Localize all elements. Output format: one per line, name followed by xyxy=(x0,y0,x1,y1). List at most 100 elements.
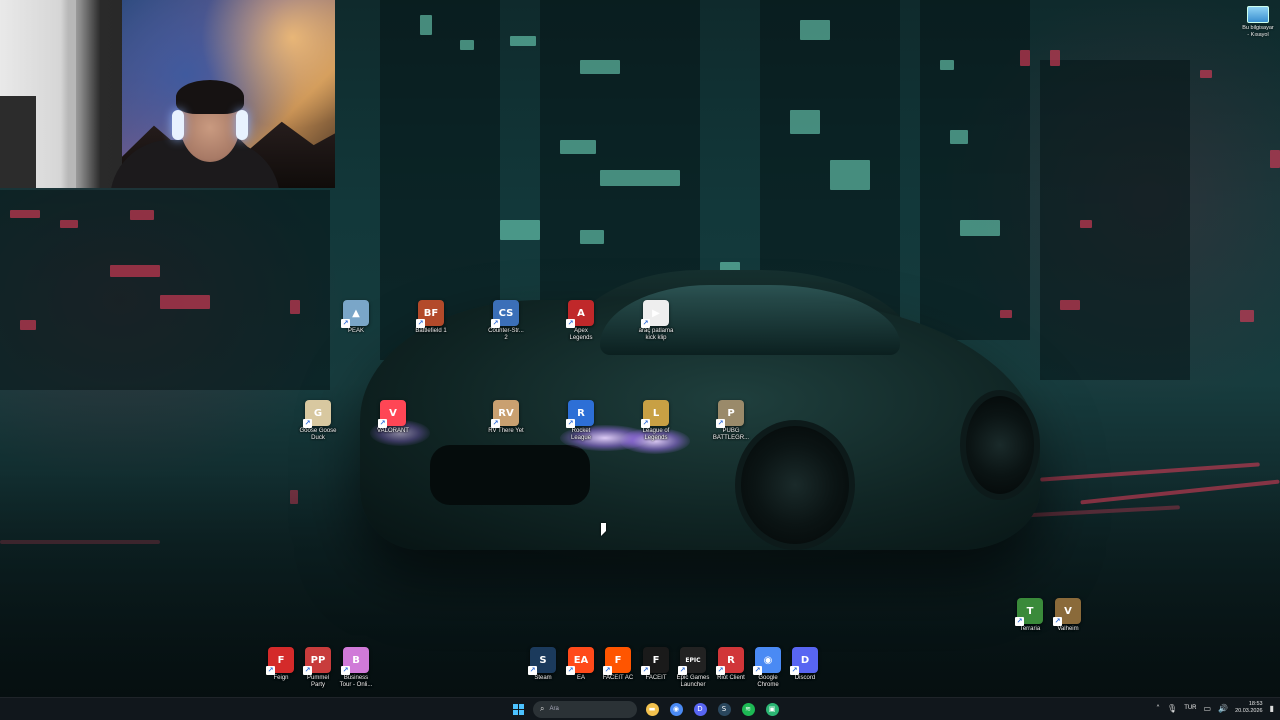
shortcut-arrow-icon: ↗ xyxy=(378,419,387,428)
icon-glyph: L xyxy=(652,407,660,419)
desktop-icon-label: Rocket League xyxy=(570,428,592,441)
taskbar-app[interactable]: ▣ xyxy=(763,700,781,718)
icon-glyph: B xyxy=(352,654,360,666)
desktop-icon-label: Business Tour - Onli... xyxy=(339,675,373,688)
desktop-icon-discord[interactable]: D ↗ Discord xyxy=(773,647,837,682)
shortcut-arrow-icon: ↗ xyxy=(341,319,350,328)
mouse-cursor xyxy=(601,523,606,536)
webcam-overlay xyxy=(0,0,335,188)
desktop-icon-rocket-league[interactable]: R ↗ Rocket League xyxy=(549,400,613,442)
desktop-icon-counter-str-2[interactable]: CS ↗ Counter-Str... 2 xyxy=(474,300,538,342)
desktop-icon-label: EA xyxy=(576,675,585,681)
desktop-icon-label: VALORANT xyxy=(377,428,409,434)
shortcut-arrow-icon: ↗ xyxy=(416,319,425,328)
desktop-icon-label: League of Legends xyxy=(642,428,670,441)
desktop-icon-label: Discord xyxy=(794,675,816,681)
icon-glyph: RV xyxy=(498,407,514,419)
shortcut-arrow-icon: ↗ xyxy=(303,666,312,675)
business-tour-onli-icon: B ↗ xyxy=(341,647,369,675)
taskbar-discord[interactable]: D xyxy=(691,700,709,718)
goose-goose-duck-icon: G ↗ xyxy=(303,400,331,428)
icon-glyph: ▲ xyxy=(352,307,360,319)
taskbar-pinned-apps: ▬ ◉ D S ≋ ▣ xyxy=(643,700,781,718)
desktop-icon-this-pc[interactable]: Bu bilgisayar - Kısayol xyxy=(1236,6,1280,38)
shortcut-arrow-icon: ↗ xyxy=(753,666,762,675)
search-placeholder: Ara xyxy=(549,706,559,712)
clock-time: 18:53 xyxy=(1248,701,1263,707)
language-indicator[interactable]: TUR xyxy=(1184,705,1196,711)
desktop-icon-goose-goose-duck[interactable]: G ↗ Goose Goose Duck xyxy=(286,400,350,442)
network-icon[interactable]: ▭ xyxy=(1204,704,1212,713)
desktop-icon-battlefield-1[interactable]: BF ↗ Battlefield 1 xyxy=(399,300,463,335)
shortcut-arrow-icon: ↗ xyxy=(528,666,537,675)
icon-glyph: A xyxy=(577,307,585,319)
shortcut-arrow-icon: ↗ xyxy=(566,319,575,328)
valheim-icon: V ↗ xyxy=(1053,598,1081,626)
icon-glyph: S xyxy=(539,654,547,666)
desktop-icon-valheim[interactable]: V ↗ Valheim xyxy=(1036,598,1100,633)
icon-glyph: R xyxy=(577,407,585,419)
desktop-icon-label: Apex Legends xyxy=(569,328,593,341)
icon-glyph: V xyxy=(1064,605,1072,617)
shortcut-arrow-icon: ↗ xyxy=(266,666,275,675)
spotify-icon: ≋ xyxy=(741,702,755,716)
taskbar-steam[interactable]: S xyxy=(715,700,733,718)
shortcut-arrow-icon: ↗ xyxy=(716,666,725,675)
desktop-icon-ara-patlama-kick-klip[interactable]: ▶ ↗ araç patlama kick klip xyxy=(624,300,688,342)
taskbar-file-explorer[interactable]: ▬ xyxy=(643,700,661,718)
icon-glyph: BF xyxy=(423,307,439,319)
shortcut-arrow-icon: ↗ xyxy=(341,666,350,675)
counter-str-2-icon: CS ↗ xyxy=(491,300,519,328)
shortcut-arrow-icon: ↗ xyxy=(678,666,687,675)
icon-glyph: F xyxy=(614,654,622,666)
shortcut-arrow-icon: ↗ xyxy=(790,666,799,675)
steam-icon: S xyxy=(717,702,731,716)
desktop-icon-apex-legends[interactable]: A ↗ Apex Legends xyxy=(549,300,613,342)
league-of-legends-icon: L ↗ xyxy=(641,400,669,428)
shortcut-arrow-icon: ↗ xyxy=(641,319,650,328)
start-button[interactable] xyxy=(509,700,527,718)
desktop-icon-label: Bu bilgisayar - Kısayol xyxy=(1242,25,1274,38)
icon-glyph: CS xyxy=(498,307,514,319)
desktop-icon-business-tour-onli[interactable]: B ↗ Business Tour - Onli... xyxy=(324,647,388,689)
notification-icon[interactable]: ▮ xyxy=(1270,704,1274,713)
icon-glyph: P xyxy=(727,407,735,419)
windows-icon xyxy=(512,703,524,715)
desktop-icon-label: PUBG BATTLEGR... xyxy=(712,428,750,441)
icon-glyph: V xyxy=(389,407,397,419)
desktop-icon-rv-there-yet[interactable]: RV ↗ RV There Yet xyxy=(474,400,538,435)
shortcut-arrow-icon: ↗ xyxy=(491,419,500,428)
desktop-icon-pubg-battlegr[interactable]: P ↗ PUBG BATTLEGR... xyxy=(699,400,763,442)
shortcut-arrow-icon: ↗ xyxy=(1053,617,1062,626)
discord-icon: D xyxy=(693,702,707,716)
icon-glyph: ◉ xyxy=(763,654,773,666)
taskbar-chrome[interactable]: ◉ xyxy=(667,700,685,718)
desktop-icon-label: Valheim xyxy=(1057,626,1079,632)
taskbar-center: ⌕ Ara ▬ ◉ D S ≋ ▣ xyxy=(509,700,781,718)
desktop-icon-label: Goose Goose Duck xyxy=(299,428,337,441)
computer-icon xyxy=(1247,6,1269,23)
icon-glyph: G xyxy=(313,407,323,419)
icon-glyph: T xyxy=(1026,605,1034,617)
shortcut-arrow-icon: ↗ xyxy=(641,666,650,675)
desktop-icon-league-of-legends[interactable]: L ↗ League of Legends xyxy=(624,400,688,442)
apex-legends-icon: A ↗ xyxy=(566,300,594,328)
icon-glyph: F xyxy=(652,654,660,666)
taskbar-search[interactable]: ⌕ Ara xyxy=(533,700,637,718)
shortcut-arrow-icon: ↗ xyxy=(716,419,725,428)
desktop-icon-label: RV There Yet xyxy=(488,428,524,434)
icon-glyph: D xyxy=(800,654,810,666)
desktop-icon-peak[interactable]: ▲ ↗ PEAK xyxy=(324,300,388,335)
microphone-icon[interactable]: 🎙 xyxy=(1167,704,1177,713)
valorant-icon: V ↗ xyxy=(378,400,406,428)
shortcut-arrow-icon: ↗ xyxy=(1015,617,1024,626)
chevron-up-icon[interactable]: ˄ xyxy=(1156,704,1160,713)
clock-date: 20.03.2026 xyxy=(1235,708,1263,714)
shortcut-arrow-icon: ↗ xyxy=(566,419,575,428)
shortcut-arrow-icon: ↗ xyxy=(303,419,312,428)
taskbar-spotify[interactable]: ≋ xyxy=(739,700,757,718)
volume-icon[interactable]: 🔊 xyxy=(1218,704,1228,713)
clock[interactable]: 18:53 20.03.2026 xyxy=(1235,701,1263,715)
shortcut-arrow-icon: ↗ xyxy=(603,666,612,675)
desktop-icon-valorant[interactable]: V ↗ VALORANT xyxy=(361,400,425,435)
